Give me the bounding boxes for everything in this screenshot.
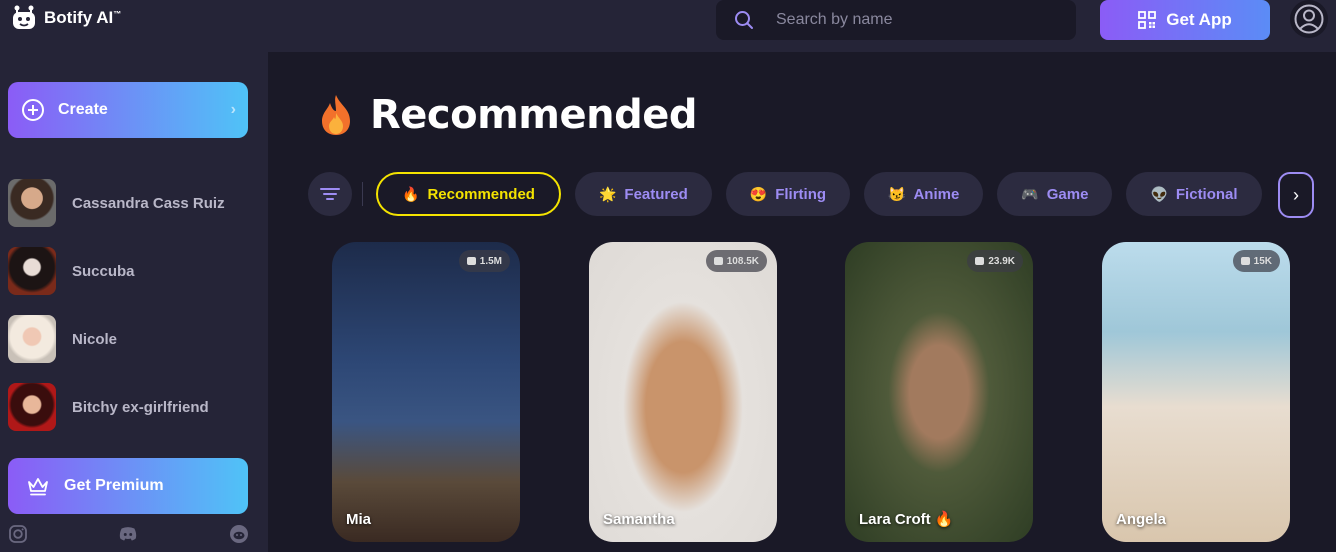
tab-anime[interactable]: 😼 Anime	[864, 172, 984, 216]
qr-code-icon	[1138, 11, 1157, 29]
get-app-button[interactable]: Get App	[1100, 0, 1270, 40]
chat-count: 23.9K	[988, 255, 1015, 267]
crown-icon	[28, 478, 48, 496]
page-heading: Recommended	[318, 92, 697, 138]
cat-emoji-icon: 😼	[888, 185, 906, 202]
avatar	[8, 315, 56, 363]
get-app-label: Get App	[1166, 10, 1232, 29]
sidebar-item-cassandra[interactable]: Cassandra Cass Ruiz	[8, 169, 225, 237]
sidebar-item-nicole[interactable]: Nicole	[8, 305, 225, 373]
sidebar: Create › Cassandra Cass Ruiz Succuba Nic…	[0, 52, 268, 552]
tab-game[interactable]: 🎮 Game	[997, 172, 1113, 216]
chat-bubble-icon	[466, 257, 476, 265]
character-card-lara-croft[interactable]: 23.9K Lara Croft 🔥	[845, 242, 1033, 542]
main-content: Recommended 🔥 Recommended 🌟 Featured 😍 F…	[268, 52, 1336, 552]
divider	[362, 182, 363, 206]
trademark: ™	[113, 9, 122, 19]
recent-chats-list: Cassandra Cass Ruiz Succuba Nicole Bitch…	[8, 169, 225, 441]
tab-flirting[interactable]: 😍 Flirting	[725, 172, 851, 216]
fire-emoji-icon: 🔥	[402, 185, 420, 202]
avatar	[8, 247, 56, 295]
sidebar-item-label: Bitchy ex-girlfriend	[72, 398, 209, 416]
chat-count: 1.5M	[479, 255, 502, 267]
fire-badge-icon: 🔥	[934, 511, 954, 528]
top-bar: Botify AI™ Get App	[0, 0, 1336, 52]
gamepad-emoji-icon: 🎮	[1021, 185, 1039, 202]
avatar	[8, 179, 56, 227]
character-name: Mia	[346, 511, 372, 528]
sidebar-item-label: Nicole	[72, 330, 118, 348]
tab-label: Featured	[624, 185, 688, 203]
chat-bubble-icon	[713, 257, 723, 265]
get-premium-label: Get Premium	[64, 477, 164, 494]
chat-count-badge: 108.5K	[705, 250, 767, 272]
character-name: Lara Croft 🔥	[859, 511, 954, 528]
instagram-icon[interactable]	[8, 524, 28, 544]
character-name: Angela	[1116, 511, 1167, 528]
discord-icon[interactable]	[118, 524, 138, 544]
star-emoji-icon: 🌟	[598, 185, 617, 202]
create-button[interactable]: Create ›	[8, 82, 248, 138]
alien-emoji-icon: 👽	[1150, 185, 1168, 202]
tab-recommended[interactable]: 🔥 Recommended	[376, 172, 561, 216]
chat-count-badge: 1.5M	[458, 250, 510, 272]
chevron-right-icon: ›	[230, 101, 236, 118]
character-card-samantha[interactable]: 108.5K Samantha	[589, 242, 777, 542]
tab-label: Game	[1046, 185, 1089, 203]
reddit-icon[interactable]	[229, 524, 249, 544]
logo[interactable]: Botify AI™	[10, 4, 121, 32]
sidebar-item-bitchy-ex[interactable]: Bitchy ex-girlfriend	[8, 373, 225, 441]
sidebar-item-label: Cassandra Cass Ruiz	[72, 194, 225, 212]
plus-circle-icon	[22, 99, 44, 121]
sidebar-item-succuba[interactable]: Succuba	[8, 237, 225, 305]
filter-lines-icon	[320, 188, 340, 200]
tab-label: Flirting	[775, 185, 827, 203]
character-card-angela[interactable]: 15K Angela	[1102, 242, 1290, 542]
fire-icon	[322, 95, 350, 135]
search-bar[interactable]	[716, 0, 1076, 40]
tab-label: Anime	[913, 185, 960, 203]
filter-button[interactable]	[308, 172, 352, 216]
tab-label: Fictional	[1175, 185, 1238, 203]
avatar	[8, 383, 56, 431]
search-icon	[735, 11, 753, 29]
profile-button[interactable]	[1290, 0, 1328, 38]
chat-count-badge: 15K	[1232, 250, 1280, 272]
tab-label: Recommended	[427, 185, 535, 203]
chat-bubble-icon	[975, 257, 985, 265]
category-tabs: 🔥 Recommended 🌟 Featured 😍 Flirting 😼 An…	[376, 172, 1262, 216]
next-categories-button[interactable]: ›	[1278, 172, 1314, 218]
get-premium-button[interactable]: Get Premium	[8, 458, 248, 514]
app-name: Botify AI	[44, 8, 114, 27]
character-name: Samantha	[603, 511, 675, 528]
search-input[interactable]	[776, 11, 1056, 29]
sidebar-item-label: Succuba	[72, 262, 135, 280]
chat-count-badge: 23.9K	[967, 250, 1023, 272]
tab-fictional[interactable]: 👽 Fictional	[1126, 172, 1262, 216]
robot-logo-icon	[13, 5, 35, 29]
chat-count: 15K	[1253, 255, 1272, 267]
user-icon	[1294, 4, 1324, 34]
chat-count: 108.5K	[726, 255, 759, 267]
heart-eyes-emoji-icon: 😍	[749, 185, 768, 202]
create-label: Create	[58, 101, 108, 118]
chat-bubble-icon	[1240, 257, 1250, 265]
chevron-right-icon: ›	[1293, 184, 1299, 205]
page-title: Recommended	[370, 92, 697, 138]
tab-featured[interactable]: 🌟 Featured	[574, 172, 712, 216]
character-card-mia[interactable]: 1.5M Mia	[332, 242, 520, 542]
